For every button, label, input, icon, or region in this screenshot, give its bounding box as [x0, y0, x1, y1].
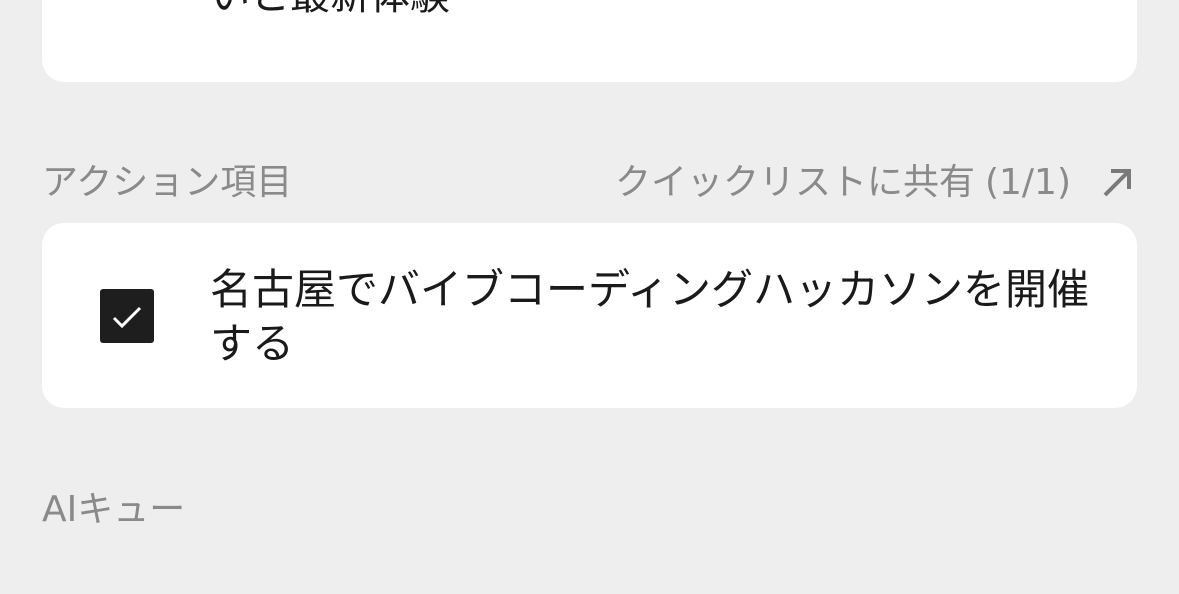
action-item-checkbox[interactable]: [100, 289, 154, 343]
action-items-header: アクション項目 クイックリストに共有 (1/1): [42, 158, 1137, 208]
check-icon: [112, 306, 142, 329]
previous-card-text: いと最新体験: [210, 0, 450, 20]
share-to-quicklist-button[interactable]: クイックリストに共有 (1/1): [615, 158, 1137, 208]
action-item-card: 名古屋でバイブコーディングハッカソンを開催する: [42, 223, 1137, 408]
share-count: (1/1): [984, 162, 1071, 203]
action-item-text[interactable]: 名古屋でバイブコーディングハッカソンを開催する: [210, 263, 1090, 371]
action-items-title: アクション項目: [42, 162, 293, 203]
ai-queue-header: AIキュー: [42, 485, 1137, 535]
share-to-quicklist-label: クイックリストに共有: [614, 162, 975, 203]
previous-card: いと最新体験: [42, 0, 1137, 82]
ai-queue-title: AIキュー: [42, 489, 186, 530]
arrow-up-right-icon: [1097, 163, 1137, 203]
